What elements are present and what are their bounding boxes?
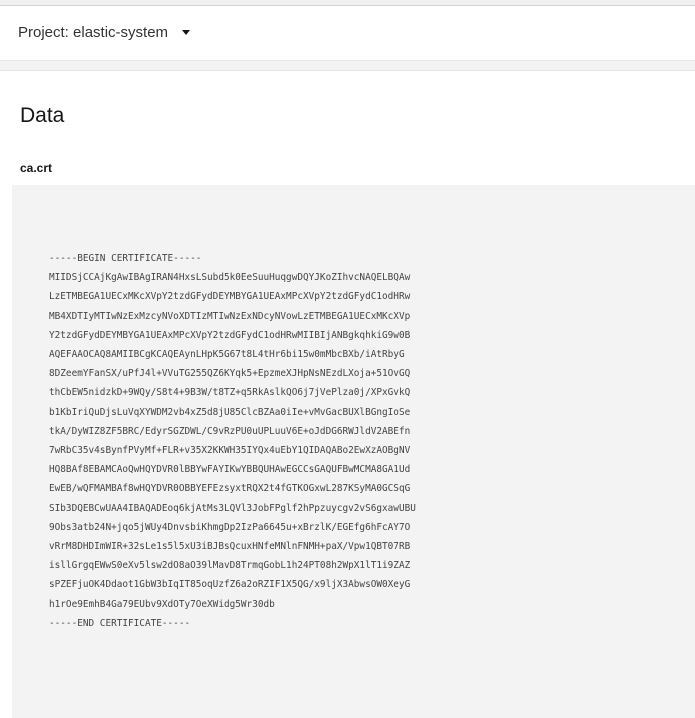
certificate-value-block[interactable]: -----BEGIN CERTIFICATE----- MIIDSjCCAjKgA… bbox=[12, 185, 695, 718]
certificate-text: -----BEGIN CERTIFICATE----- MIIDSjCCAjKgA… bbox=[49, 249, 689, 633]
certificate-line: b1KbIriQuDjsLuVqXYWDM2vb4xZ5d8jU85ClcBZA… bbox=[49, 406, 411, 418]
certificate-line: -----BEGIN CERTIFICATE----- bbox=[49, 253, 202, 264]
certificate-line: thCbEW5nidzkD+9WQy/S8t4+9B3W/t8TZ+q5RkAs… bbox=[49, 387, 411, 399]
project-selector-label: Project: elastic-system bbox=[18, 23, 169, 41]
certificate-line: MB4XDTIyMTIwNzExMzcyNVoXDTIzMTIwNzExNDcy… bbox=[49, 310, 411, 322]
certificate-line: -----END CERTIFICATE----- bbox=[49, 617, 191, 629]
certificate-line: 7wRbC35v4sBynfPVyMf+FLR+v35X2KKWH35IYQx4… bbox=[49, 445, 411, 457]
caret-down-icon bbox=[182, 29, 191, 35]
certificate-line: tkA/DyWIZ8ZF5BRC/EdyrSGZDWL/C9vRzPU0uUPL… bbox=[49, 425, 411, 437]
certificate-line: HQ8BAf8EBAMCAoQwHQYDVR0lBBYwFAYIKwYBBQUH… bbox=[49, 464, 411, 476]
data-key-label: ca.crt bbox=[20, 161, 53, 175]
project-bar: Project: elastic-system bbox=[0, 6, 695, 61]
toolbar-separator bbox=[0, 61, 695, 71]
certificate-line: AQEFAAOCAQ8AMIIBCgKCAQEAynLHpK5G67t8L4tH… bbox=[49, 349, 405, 361]
certificate-line: EwEB/wQFMAMBAf8wHQYDVR0OBBYEFEzsyxtRQX2t… bbox=[49, 483, 411, 495]
certificate-line: Y2tzdGFydDEYMBYGA1UEAxMPcXVpY2tzdGFydC1o… bbox=[49, 329, 411, 341]
certificate-line: h1rOe9EmhB4Ga79EUbv9XdOTy7OeXWidg5Wr30db bbox=[49, 598, 275, 610]
certificate-line: sPZEFjuOK4Ddaot1GbW3bIqIT85oqUzfZ6a2oRZI… bbox=[49, 579, 411, 591]
certificate-line: LzETMBEGA1UECxMKcXVpY2tzdGFydDEYMBYGA1UE… bbox=[49, 291, 411, 303]
certificate-line: SIb3DQEBCwUAA4IBAQADEoq6kjAtMs3LQVl3JobF… bbox=[49, 502, 416, 514]
project-selector-dropdown[interactable]: Project: elastic-system bbox=[18, 18, 191, 46]
certificate-line: MIIDSjCCAjKgAwIBAgIRAN4HxsLSubd5k0EeSuuH… bbox=[49, 272, 411, 284]
certificate-line: vRrM8DHDImWIR+32sLe1s5l5xU3iBJBsQcuxHNfe… bbox=[49, 541, 411, 553]
certificate-line: 8DZeemYFanSX/uPfJ4l+VVuTG255QZ6KYqk5+Epz… bbox=[49, 368, 411, 380]
certificate-line: isllGrgqEWwS0eXv5lsw2dO8aO39lMavD8TrmqGo… bbox=[49, 560, 411, 572]
certificate-line: 9Obs3atb24N+jqo5jWUy4DnvsbiKhmgDp2IzPa66… bbox=[49, 521, 411, 533]
section-title: Data bbox=[20, 104, 65, 127]
